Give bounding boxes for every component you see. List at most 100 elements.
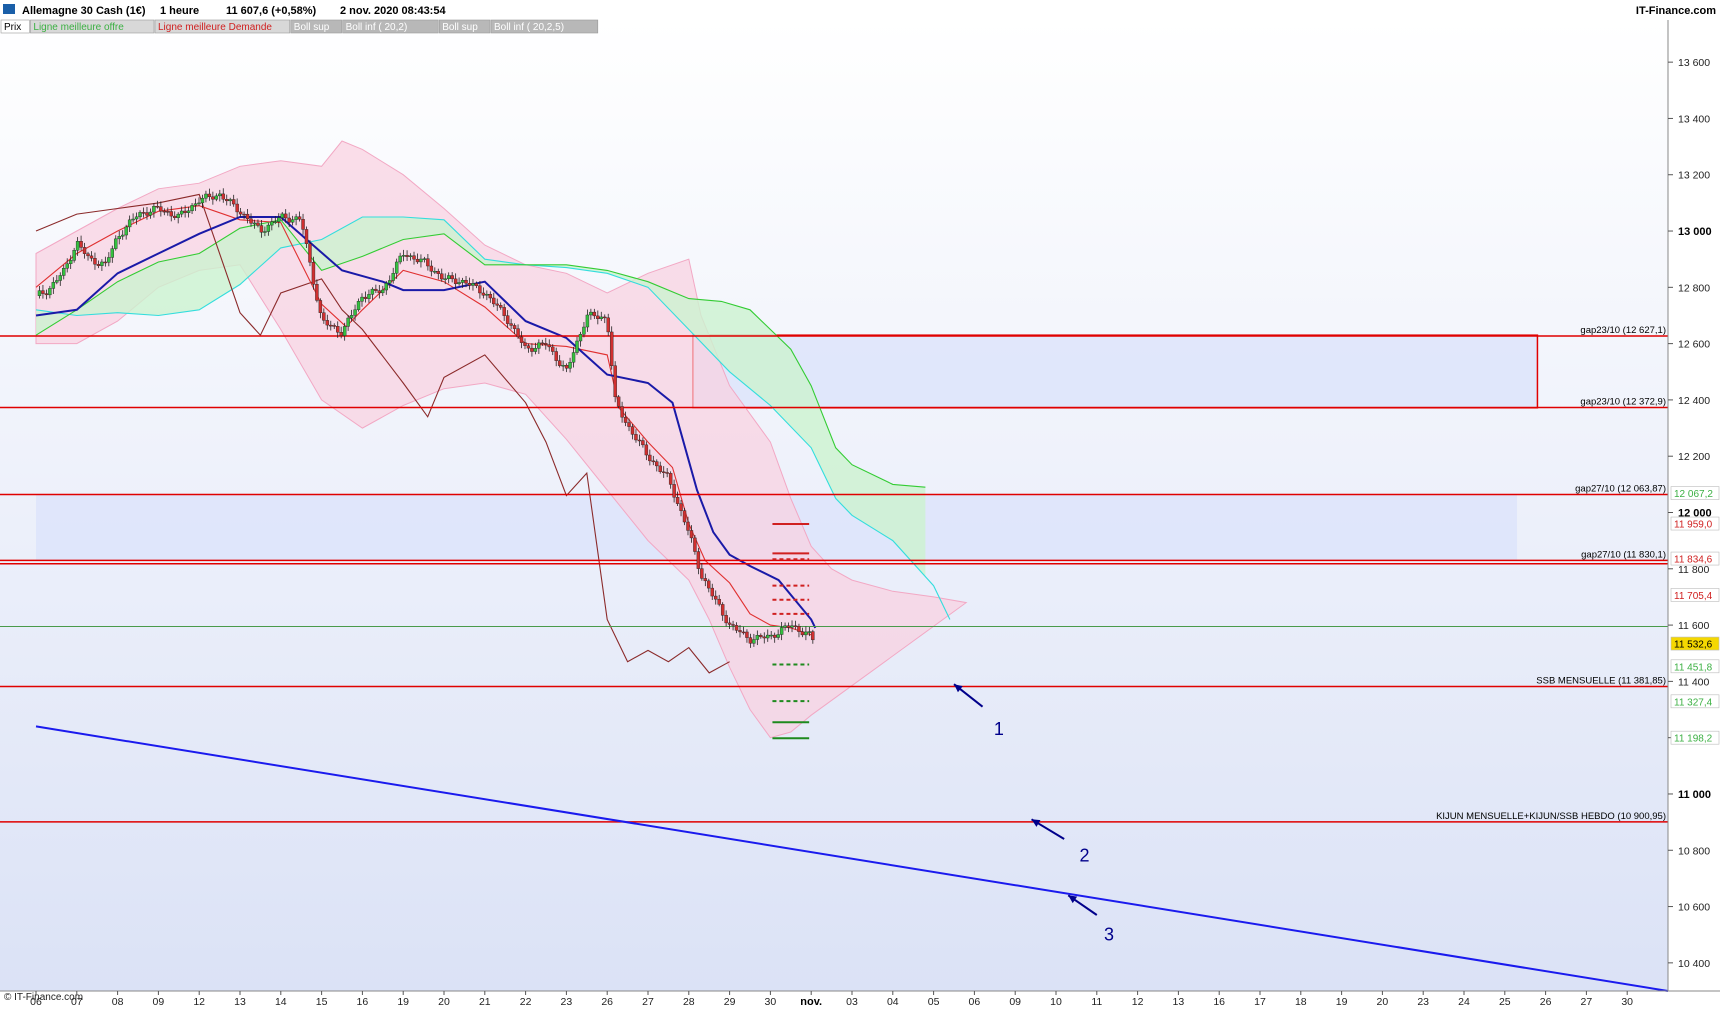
candle-body [266,224,271,232]
price-chart[interactable]: gap23/10 (12 627,1) gap23/10 (12 372,9) ga… [0,0,1720,1010]
candle-body [37,290,42,296]
candle-body [377,290,382,294]
candle-body [277,217,281,222]
candle-body [668,473,673,485]
candle-body [547,344,551,348]
x-tick-label: 18 [1295,996,1307,1008]
candle-body [783,625,787,628]
candle-body [440,273,444,280]
candle-body [426,258,430,267]
candle-body [138,212,142,218]
candle-body [714,595,718,600]
candle-body [412,255,416,260]
level-label-3: gap27/10 (12 063,87) [1575,484,1666,495]
candle-body [488,293,493,299]
candle-body [339,332,343,336]
candle-body [648,454,652,462]
brand-label: IT-Finance.com [1636,5,1716,17]
candle-body [599,316,603,319]
candle-body [75,241,80,251]
quote-datetime: 2 nov. 2020 08:43:54 [340,5,446,17]
candle-body [571,352,576,363]
date-axis[interactable]: 06 07 08 09 12 13 14 15 16 19 20 21 22 23 26 27 28 29 30 no… [0,990,1720,1008]
x-tick-label: 26 [1540,996,1552,1008]
y-tick-label: 13 000 [1678,226,1712,238]
price-tag-2: 11 959,0 [1674,520,1713,531]
candle-body [582,326,586,335]
candle-body [353,309,357,316]
candle-body [734,625,739,631]
candle-body [211,196,215,200]
candle-body [561,365,565,367]
level-label-2: gap23/10 (12 372,9) [1580,397,1666,408]
candle-body [179,210,184,215]
candle-body [134,216,139,220]
candle-body [748,637,753,644]
x-tick-label: 14 [275,996,287,1008]
candle-body [592,311,597,317]
candle-body [551,346,555,352]
candle-body [419,258,423,263]
x-tick-label: 21 [479,996,491,1008]
legend-label-3: Ligne meilleure Demande [158,22,272,33]
price-tag-1: 12 067,2 [1674,489,1713,500]
candle-body [349,315,354,319]
candle-body [287,217,291,223]
price-tag-8: 11 198,2 [1674,734,1713,745]
candle-body [526,345,531,349]
candle-body [762,636,766,639]
candle-body [173,215,177,218]
candle-body [186,210,191,213]
candle-body [557,360,562,366]
candle-body [225,199,229,202]
y-tick-label: 11 400 [1678,676,1709,688]
candle-body [207,193,212,198]
candle-body [523,342,527,346]
candle-body [658,465,662,472]
chart-icon [3,4,15,14]
x-tick-label: nov. [800,996,822,1008]
candle-body [381,289,385,294]
candle-body [578,334,583,342]
x-tick-label: 19 [1336,996,1348,1008]
candle-body [641,440,645,446]
legend-label-5: Boll inf ( 20,2) [346,22,408,33]
candle-body [564,365,569,369]
gap-zone-1 [692,334,1539,409]
candle-body [367,294,371,299]
x-tick-label: 17 [1254,996,1266,1008]
candle-body [589,311,593,316]
candle-body [93,258,97,265]
candle-body [183,210,187,213]
legend-label-2: Ligne meilleure offre [33,22,124,33]
candle-body [155,205,160,208]
candle-body [204,193,208,199]
candle-body [682,510,687,523]
candle-body [731,624,735,626]
x-tick-label: 19 [397,996,409,1008]
candle-body [568,362,572,369]
candle-body [627,422,631,427]
candle-body [346,317,350,327]
candle-body [107,257,111,263]
timeframe: 1 heure [160,5,199,17]
x-tick-label: 16 [357,996,369,1008]
y-tick-label: 11 600 [1678,620,1709,632]
candle-body [707,580,711,589]
candle-body [363,296,368,299]
candle-body [245,213,250,220]
candle-body [370,288,375,295]
price-tag-5: 11 532,6 [1674,640,1713,651]
candle-body [662,471,666,473]
candle-body [422,258,427,260]
candle-body [755,634,760,640]
candle-body [460,279,465,283]
candle-body [408,255,413,257]
price-tag-4: 11 705,4 [1674,591,1713,602]
x-tick-label: 27 [642,996,654,1008]
candle-body [318,300,323,313]
candle-body [637,439,642,442]
candle-body [197,202,201,205]
x-tick-label: 12 [1132,996,1144,1008]
candle-body [131,218,135,221]
